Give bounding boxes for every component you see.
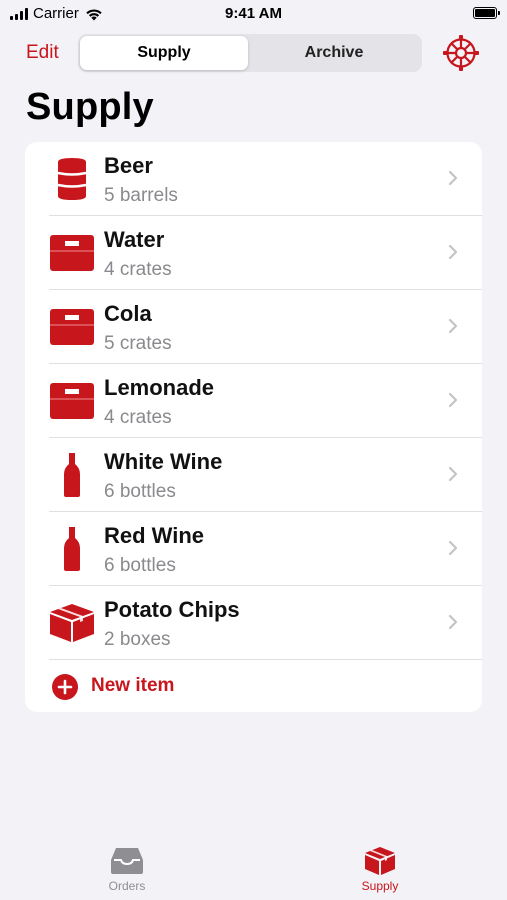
tab-label: Orders: [108, 879, 146, 893]
list-item-red-wine[interactable]: Red Wine 6 bottles: [25, 512, 482, 586]
chevron-right-icon: [448, 318, 458, 334]
item-quantity: 5 crates: [104, 333, 172, 354]
bottle-icon: [49, 524, 95, 574]
battery-icon: [473, 7, 500, 19]
item-quantity: 6 bottles: [104, 555, 176, 576]
list-item-white-wine[interactable]: White Wine 6 bottles: [25, 438, 482, 512]
edit-button[interactable]: Edit: [26, 42, 59, 64]
item-quantity: 4 crates: [104, 259, 172, 280]
new-item-button[interactable]: New item: [25, 660, 482, 712]
item-name: Potato Chips: [104, 597, 240, 622]
status-bar: Carrier 9:41 AM: [0, 0, 507, 28]
barrel-icon: [49, 154, 95, 204]
item-name: Cola: [104, 301, 152, 326]
segmented-control: Supply Archive: [78, 34, 422, 72]
list-item-water[interactable]: Water 4 crates: [25, 216, 482, 290]
bottle-icon: [49, 450, 95, 500]
list-item-potato-chips[interactable]: Potato Chips 2 boxes: [25, 586, 482, 660]
list-item-lemonade[interactable]: Lemonade 4 crates: [25, 364, 482, 438]
supply-list: Beer 5 barrels Water 4 crates Cola 5 cra…: [25, 142, 482, 712]
item-name: Beer: [104, 153, 153, 178]
list-item-beer[interactable]: Beer 5 barrels: [25, 142, 482, 216]
item-quantity: 4 crates: [104, 407, 172, 428]
crate-icon: [49, 302, 95, 352]
crate-icon: [49, 376, 95, 426]
box-icon: [49, 598, 95, 648]
chevron-right-icon: [448, 614, 458, 630]
status-time: 9:41 AM: [225, 5, 282, 22]
tab-label: Supply: [361, 879, 399, 893]
page-title: Supply: [26, 86, 154, 128]
chevron-right-icon: [448, 392, 458, 408]
item-name: Water: [104, 227, 165, 252]
tab-orders[interactable]: Orders: [67, 846, 187, 893]
chevron-right-icon: [448, 466, 458, 482]
gear-icon[interactable]: [442, 34, 480, 72]
item-name: Lemonade: [104, 375, 215, 400]
crate-icon: [49, 228, 95, 278]
segment-supply[interactable]: Supply: [80, 36, 248, 70]
new-item-label: New item: [91, 675, 175, 696]
chevron-right-icon: [448, 170, 458, 186]
tray-icon: [111, 848, 143, 874]
segment-archive[interactable]: Archive: [250, 36, 418, 70]
tab-bar: Orders Supply: [0, 838, 507, 900]
item-name: Red Wine: [104, 523, 205, 548]
list-item-cola[interactable]: Cola 5 crates: [25, 290, 482, 364]
nav-bar: Edit Supply Archive: [0, 33, 507, 73]
chevron-right-icon: [448, 244, 458, 260]
plus-circle-icon: [52, 674, 78, 700]
tab-supply[interactable]: Supply: [320, 846, 440, 893]
box-icon: [365, 847, 395, 875]
item-name: White Wine: [104, 449, 223, 474]
item-quantity: 5 barrels: [104, 185, 178, 206]
chevron-right-icon: [448, 540, 458, 556]
item-quantity: 2 boxes: [104, 629, 171, 650]
item-quantity: 6 bottles: [104, 481, 176, 502]
